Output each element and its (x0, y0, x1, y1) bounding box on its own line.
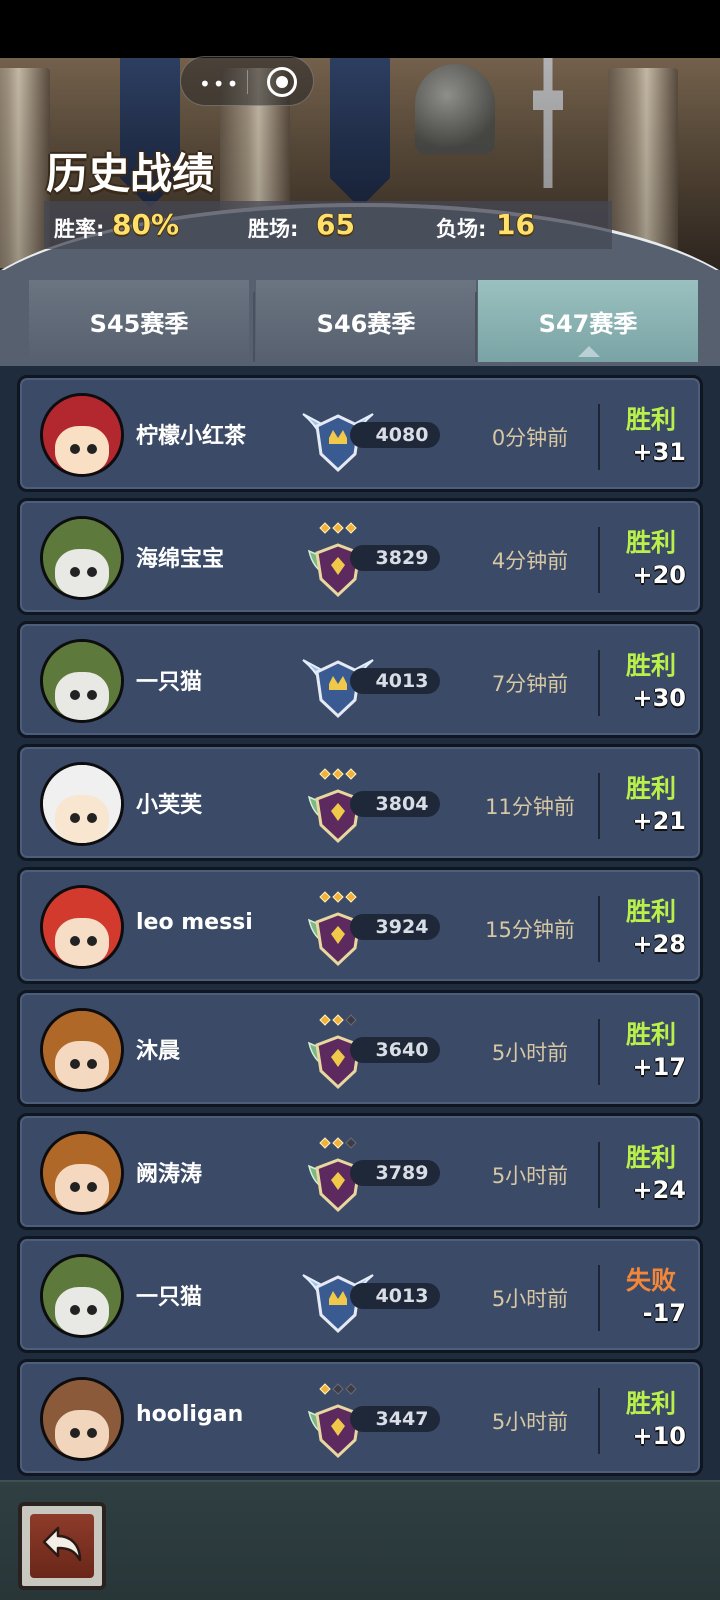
rating-value: 3804 (350, 791, 440, 817)
losses-value: 16 (496, 208, 535, 241)
stats-bar: 胜率: 80% 胜场: 65 负场: 16 (44, 201, 612, 249)
match-row[interactable]: 一只猫 4013 7分钟前 胜利 +30 (17, 621, 703, 738)
match-row[interactable]: 阙涛涛 3789 5小时前 胜利 +24 (17, 1113, 703, 1230)
rating-value: 4080 (350, 422, 440, 448)
wins-label: 胜场: (248, 217, 299, 241)
back-arrow-icon (42, 1526, 82, 1562)
match-result: 失败 (625, 1266, 676, 1295)
player-avatar[interactable] (40, 1254, 124, 1338)
rating-value: 4013 (350, 1283, 440, 1309)
player-name: 海绵宝宝 (136, 547, 225, 572)
season-tabs: S45赛季 S46赛季 S47赛季 (0, 270, 720, 366)
player-avatar[interactable] (40, 1008, 124, 1092)
player-name: 沐晨 (136, 1039, 181, 1064)
score-delta: +10 (632, 1422, 686, 1450)
miniprogram-capsule: ••• (180, 56, 314, 106)
rating-value: 3789 (350, 1160, 440, 1186)
win-rate-label: 胜率: (54, 217, 105, 241)
match-result: 胜利 (625, 774, 676, 803)
match-time: 11分钟前 (485, 795, 575, 819)
losses-label: 负场: (436, 217, 487, 241)
player-name: hooligan (136, 1402, 244, 1427)
player-name: leo messi (136, 910, 253, 935)
match-row[interactable]: 小芙芙 3804 11分钟前 胜利 +21 (17, 744, 703, 861)
match-result: 胜利 (625, 1143, 676, 1172)
rating-value: 4013 (350, 668, 440, 694)
player-avatar[interactable] (40, 762, 124, 846)
page-title: 历史战绩 (46, 149, 215, 198)
match-result: 胜利 (625, 405, 676, 434)
tab-s46[interactable]: S46赛季 (256, 280, 476, 362)
match-time: 5小时前 (491, 1164, 569, 1188)
score-delta: +28 (632, 930, 686, 958)
player-name: 阙涛涛 (136, 1162, 203, 1187)
match-time: 5小时前 (491, 1041, 569, 1065)
match-time: 4分钟前 (491, 549, 569, 573)
rating-value: 3924 (350, 914, 440, 940)
player-avatar[interactable] (40, 516, 124, 600)
match-result: 胜利 (625, 1020, 676, 1049)
match-result: 胜利 (625, 897, 676, 926)
match-result: 胜利 (625, 1389, 676, 1418)
match-time: 7分钟前 (491, 672, 569, 696)
win-rate-value: 80% (112, 208, 180, 241)
more-dots-icon[interactable]: ••• (199, 72, 240, 96)
match-row[interactable]: 柠檬小红茶 4080 0分钟前 胜利 +31 (17, 375, 703, 492)
score-delta: +20 (632, 561, 686, 589)
match-time: 5小时前 (491, 1287, 569, 1311)
rating-value: 3640 (350, 1037, 440, 1063)
rating-value: 3447 (350, 1406, 440, 1432)
player-name: 一只猫 (136, 1285, 203, 1310)
match-result: 胜利 (625, 528, 676, 557)
tab-s45[interactable]: S45赛季 (29, 280, 249, 362)
score-delta: +31 (632, 438, 686, 466)
wins-value: 65 (316, 208, 355, 241)
score-delta: -17 (642, 1299, 686, 1327)
player-avatar[interactable] (40, 639, 124, 723)
match-list[interactable]: 柠檬小红茶 4080 0分钟前 胜利 +31 海绵宝宝 3829 4分钟前 胜利… (0, 366, 720, 1480)
active-tab-pointer (578, 346, 600, 357)
player-avatar[interactable] (40, 1377, 124, 1461)
status-bar (0, 0, 720, 58)
player-name: 柠檬小红茶 (136, 424, 247, 449)
rating-value: 3829 (350, 545, 440, 571)
player-name: 一只猫 (136, 670, 203, 695)
score-delta: +21 (632, 807, 686, 835)
score-delta: +17 (632, 1053, 686, 1081)
player-name: 小芙芙 (136, 793, 203, 818)
player-avatar[interactable] (40, 1131, 124, 1215)
player-avatar[interactable] (40, 393, 124, 477)
target-circle-icon[interactable] (267, 67, 297, 97)
match-row[interactable]: 海绵宝宝 3829 4分钟前 胜利 +20 (17, 498, 703, 615)
player-avatar[interactable] (40, 885, 124, 969)
match-row[interactable]: 一只猫 4013 5小时前 失败 -17 (17, 1236, 703, 1353)
back-button[interactable] (18, 1502, 106, 1590)
match-time: 0分钟前 (491, 426, 569, 450)
match-row[interactable]: hooligan 3447 5小时前 胜利 +10 (17, 1359, 703, 1476)
bottom-bar (0, 1480, 720, 1600)
header: 历史战绩 胜率: 80% 胜场: 65 负场: 16 (0, 58, 720, 270)
match-time: 5小时前 (491, 1410, 569, 1434)
score-delta: +24 (632, 1176, 686, 1204)
match-row[interactable]: 沐晨 3640 5小时前 胜利 +17 (17, 990, 703, 1107)
score-delta: +30 (632, 684, 686, 712)
match-row[interactable]: leo messi 3924 15分钟前 胜利 +28 (17, 867, 703, 984)
match-result: 胜利 (625, 651, 676, 680)
match-time: 15分钟前 (485, 918, 575, 942)
